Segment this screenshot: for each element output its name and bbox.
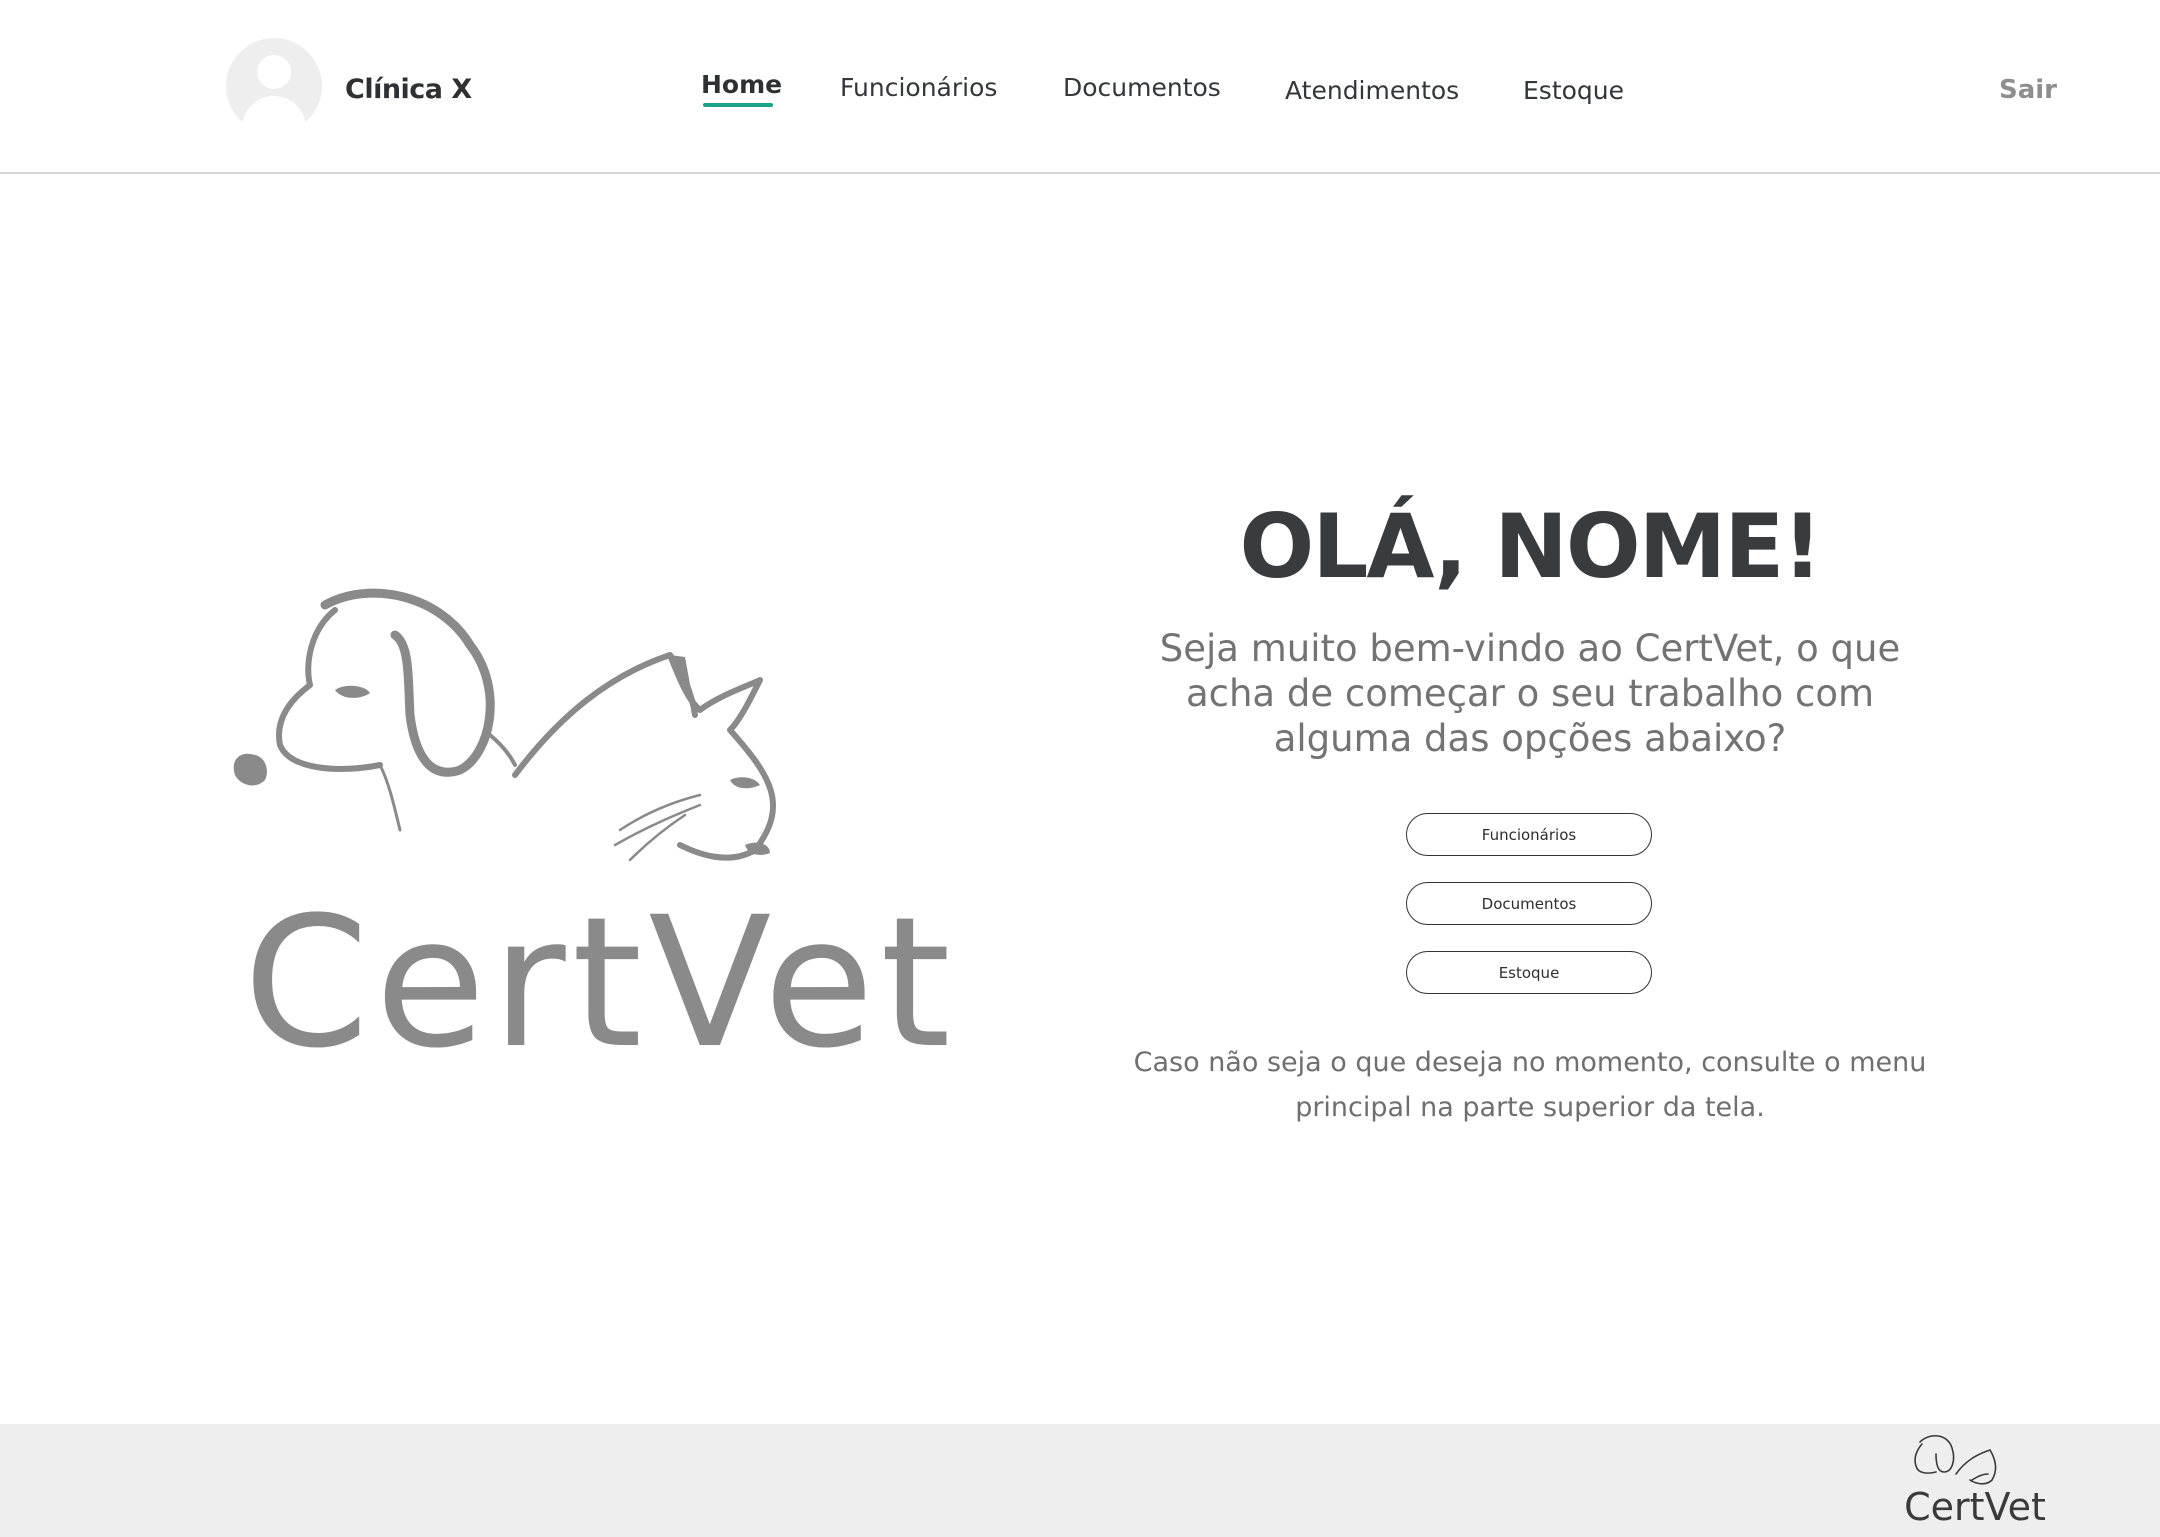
avatar-head (257, 55, 291, 89)
nav-funcionarios[interactable]: Funcionários (840, 73, 997, 102)
clinic-name: Clínica X (345, 74, 472, 105)
nav-atendimentos[interactable]: Atendimentos (1285, 76, 1459, 105)
funcionarios-button[interactable]: Funcionários (1406, 813, 1652, 856)
top-navbar: Clínica X Home Funcionários Documentos A… (0, 0, 2160, 174)
documentos-button[interactable]: Documentos (1406, 882, 1652, 925)
logout-link[interactable]: Sair (1999, 75, 2057, 105)
nav-home[interactable]: Home (701, 70, 782, 99)
footer (0, 1424, 2160, 1537)
nav-estoque[interactable]: Estoque (1523, 76, 1624, 105)
estoque-button[interactable]: Estoque (1406, 951, 1652, 994)
footer-logo-wordmark: CertVet (1904, 1485, 2046, 1526)
avatar-body (242, 96, 306, 134)
avatar[interactable] (226, 38, 322, 134)
welcome-message: Seja muito bem-vindo ao CertVet, o que a… (1159, 627, 1901, 760)
footer-logo: CertVet (1904, 1435, 2046, 1526)
nav-documentos[interactable]: Documentos (1063, 73, 1221, 102)
active-nav-indicator (703, 103, 773, 107)
greeting-title: OLÁ, NOME! (1239, 495, 1823, 598)
certvet-logo: CertVet (233, 588, 956, 1055)
logo-wordmark: CertVet (243, 879, 956, 1055)
hint-text: Caso não seja o que deseja no momento, c… (1133, 1047, 1927, 1123)
